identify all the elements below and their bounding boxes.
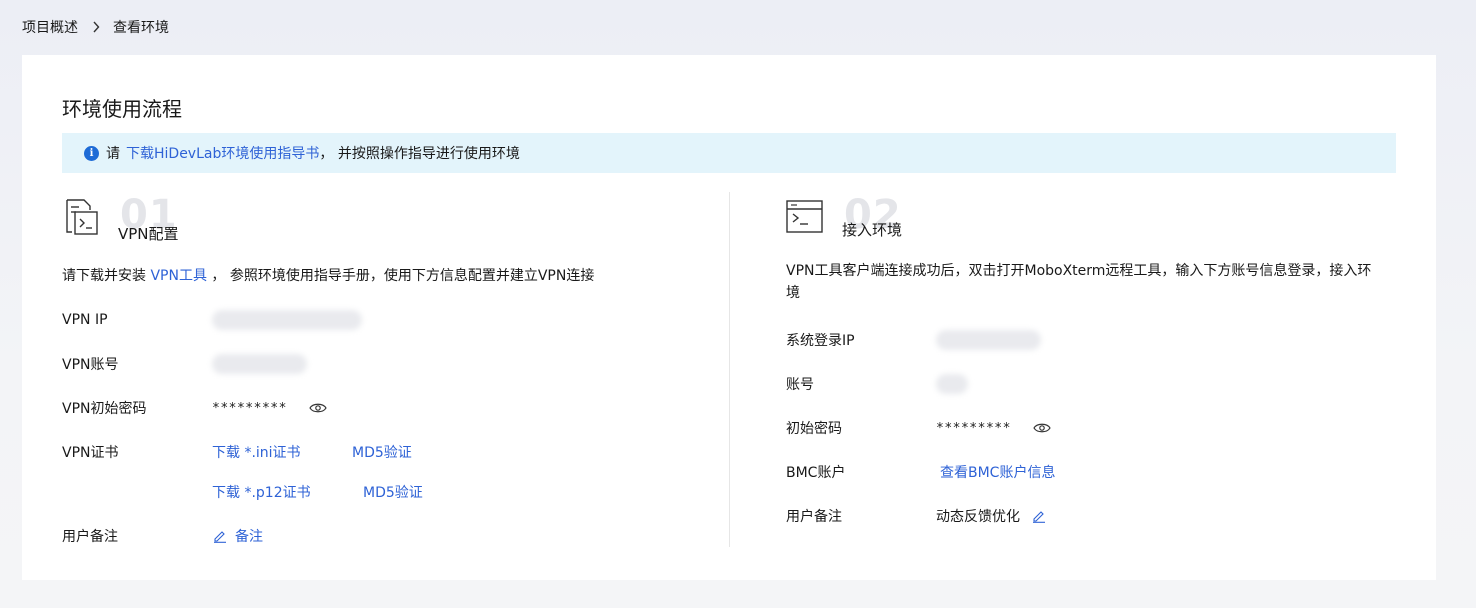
- breadcrumb: 项目概述 查看环境: [22, 17, 169, 37]
- remark-link[interactable]: 备注: [235, 526, 263, 546]
- desc-prefix: 请下载并安装: [62, 268, 146, 284]
- field-label: VPN账号: [62, 357, 119, 373]
- md5-verify-ini-link[interactable]: MD5验证: [352, 442, 412, 462]
- section-divider: [729, 192, 730, 547]
- remark-edit[interactable]: 备注: [213, 526, 263, 546]
- chevron-right-icon: [92, 21, 100, 33]
- step-label: VPN配置: [118, 225, 179, 243]
- pencil-icon[interactable]: [213, 529, 227, 543]
- vpn-tool-link[interactable]: VPN工具: [150, 268, 207, 284]
- page-title: 环境使用流程: [62, 97, 182, 121]
- view-bmc-account-link[interactable]: 查看BMC账户信息: [940, 462, 1055, 482]
- field-label: BMC账户: [786, 465, 846, 481]
- desc-suffix: ， 参照环境使用指导手册，使用下方信息配置并建立VPN连接: [211, 268, 595, 284]
- download-ini-cert-link[interactable]: 下载 *.ini证书: [212, 442, 301, 462]
- field-vpn-password: VPN初始密码 *********: [62, 397, 702, 419]
- field-label: 初始密码: [786, 421, 842, 437]
- field-system-login-ip: 系统登录IP: [786, 329, 1386, 351]
- step-description: VPN工具客户端连接成功后，双击打开MoboXterm远程工具，输入下方账号信息…: [786, 263, 1372, 301]
- masked-value: [936, 330, 1041, 350]
- environment-card: 环境使用流程 i 请 下载HiDevLab环境使用指导书 ， 并按照操作指导进行…: [22, 55, 1436, 580]
- notice-banner: i 请 下载HiDevLab环境使用指导书 ， 并按照操作指导进行使用环境: [62, 133, 1396, 173]
- breadcrumb-item-project-overview[interactable]: 项目概述: [22, 17, 78, 37]
- field-label: VPN IP: [62, 312, 108, 328]
- breadcrumb-item-view-environment: 查看环境: [113, 20, 169, 36]
- info-icon: i: [84, 145, 99, 161]
- pencil-icon[interactable]: [1032, 509, 1046, 523]
- terminal-window-icon: [786, 200, 824, 238]
- field-vpn-ip: VPN IP: [62, 309, 702, 331]
- remark-value: 动态反馈优化: [936, 509, 1020, 525]
- step-description: 请下载并安装 VPN工具 ， 参照环境使用指导手册，使用下方信息配置并建立VPN…: [62, 265, 594, 287]
- step-access-environment: 02 接入环境 VPN工具客户端连接成功后，双击打开MoboXterm远程工具，…: [786, 195, 1386, 525]
- field-password: 初始密码 *********: [786, 417, 1386, 439]
- password-value: *********: [936, 420, 1011, 436]
- md5-verify-p12-link[interactable]: MD5验证: [363, 482, 423, 502]
- masked-value: [212, 354, 307, 374]
- masked-value: [936, 374, 968, 394]
- field-label: 账号: [786, 377, 814, 393]
- field-label: 系统登录IP: [786, 333, 855, 349]
- field-label: VPN初始密码: [62, 401, 147, 417]
- notice-prefix: 请: [106, 146, 120, 162]
- field-account: 账号: [786, 373, 1386, 395]
- field-vpn-account: VPN账号: [62, 353, 702, 375]
- masked-value: [212, 310, 362, 330]
- document-terminal-icon: [62, 198, 100, 242]
- field-label: 用户备注: [62, 529, 118, 545]
- field-vpn-cert: VPN证书 下载 *.ini证书 MD5验证: [62, 441, 702, 463]
- field-user-remark: 用户备注 备注: [62, 525, 702, 547]
- field-label: VPN证书: [62, 445, 119, 461]
- field-user-remark: 用户备注 动态反馈优化: [786, 505, 1386, 527]
- step-vpn-config: 01 VPN配置 请下载并安装 VPN工具 ， 参照环境使用指导手册，使用下方信…: [62, 195, 702, 545]
- step-label: 接入环境: [842, 221, 903, 239]
- notice-suffix: ， 并按照操作指导进行使用环境: [319, 146, 520, 162]
- field-vpn-cert-p12: 下载 *.p12证书 MD5验证: [62, 481, 702, 503]
- download-guide-link[interactable]: 下载HiDevLab环境使用指导书: [126, 143, 319, 163]
- field-label: 用户备注: [786, 509, 842, 525]
- step-header: 01 VPN配置: [62, 195, 702, 243]
- step-header: 02 接入环境: [786, 195, 1386, 243]
- download-p12-cert-link[interactable]: 下载 *.p12证书: [212, 482, 311, 502]
- eye-icon[interactable]: [1033, 422, 1051, 434]
- password-value: *********: [212, 400, 287, 416]
- eye-icon[interactable]: [309, 402, 327, 414]
- field-bmc-account: BMC账户 查看BMC账户信息: [786, 461, 1386, 483]
